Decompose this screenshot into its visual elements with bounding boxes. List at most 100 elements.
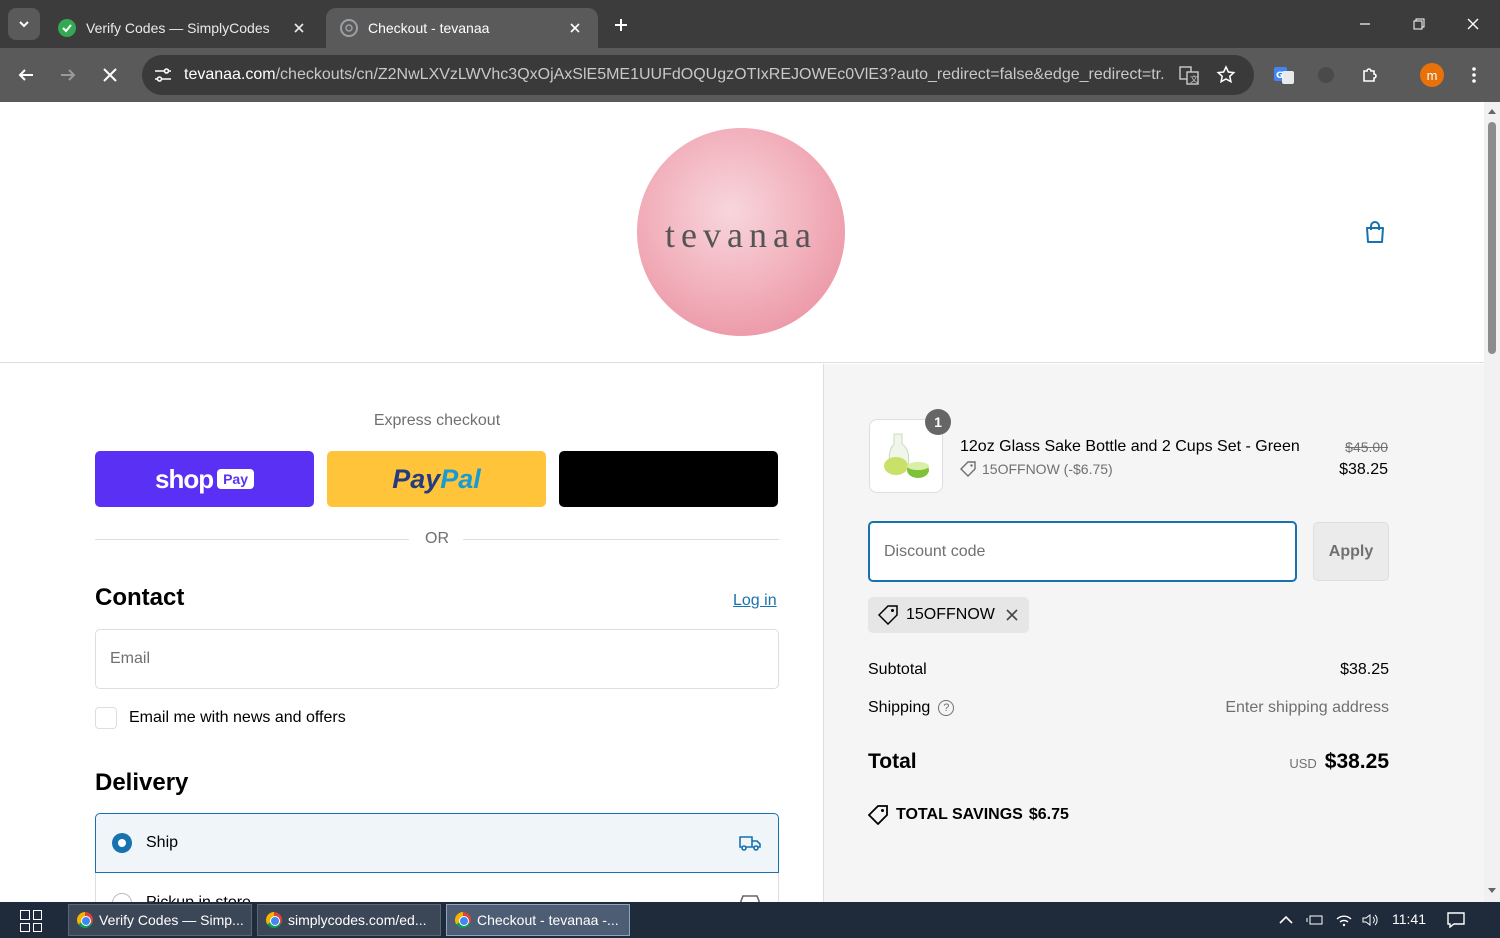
shopping-bag-icon[interactable]: [1362, 219, 1388, 245]
os-taskbar: Verify Codes — Simp... simplycodes.com/e…: [0, 902, 1500, 938]
taskbar-item-simplycodes[interactable]: simplycodes.com/ed...: [257, 904, 441, 936]
remove-code-icon[interactable]: [1005, 608, 1019, 622]
product-name: 12oz Glass Sake Bottle and 2 Cups Set - …: [960, 438, 1300, 455]
forward-button[interactable]: [52, 59, 84, 91]
checkout-form: Express checkout shop Pay PayPal OR Cont…: [0, 364, 823, 902]
google-translate-extension-icon[interactable]: G: [1268, 59, 1300, 91]
plus-icon: [615, 19, 627, 31]
pickup-radio[interactable]: [112, 892, 132, 902]
address-bar[interactable]: tevanaa.com/checkouts/cn/Z2NwLXVzLWVhc3Q…: [142, 55, 1254, 95]
product-discount: 15OFFNOW (-$6.75): [960, 461, 1113, 477]
minimize-button[interactable]: [1338, 0, 1392, 48]
help-circle-icon[interactable]: ?: [938, 700, 955, 716]
email-field[interactable]: [95, 629, 779, 689]
chevron-down-icon: [19, 21, 29, 28]
profile-avatar[interactable]: m: [1420, 63, 1444, 87]
ship-radio[interactable]: [112, 833, 132, 853]
total-savings-row: TOTAL SAVINGS $6.75: [868, 805, 1069, 825]
newsletter-checkbox-row[interactable]: Email me with news and offers: [95, 707, 346, 729]
shop-pay-wordmark: shop: [154, 463, 214, 494]
delivery-heading: Delivery: [95, 769, 189, 796]
delivery-option-pickup[interactable]: Pickup in store: [95, 873, 779, 902]
scroll-up-arrow-icon[interactable]: [1487, 106, 1497, 116]
volume-icon[interactable]: [1360, 910, 1380, 930]
logo-text: tevanaa: [665, 215, 817, 255]
discounted-price: $38.25: [1339, 461, 1388, 478]
delivery-option-ship[interactable]: Ship: [95, 813, 779, 873]
express-checkout-label: Express checkout: [373, 412, 501, 429]
site-settings-icon[interactable]: [150, 62, 176, 88]
or-divider: OR: [95, 530, 779, 550]
new-tab-button[interactable]: [606, 10, 636, 40]
store-header: tevanaa: [0, 102, 1484, 363]
store-logo[interactable]: tevanaa: [637, 128, 845, 336]
stop-loading-button[interactable]: [94, 59, 126, 91]
taskbar-item-label: Checkout - tevanaa -...: [477, 912, 619, 928]
total-value: $38.25: [1324, 750, 1389, 773]
shipping-value: Enter shipping address: [1225, 699, 1389, 716]
ship-label: Ship: [146, 834, 179, 851]
page-scrollbar[interactable]: [1484, 102, 1500, 902]
tab-title: Checkout - tevanaa: [368, 20, 490, 36]
scroll-down-arrow-icon[interactable]: [1487, 886, 1497, 896]
original-price: $45.00: [1345, 439, 1388, 455]
subtotal-row: Subtotal $38.25: [868, 661, 1389, 679]
taskbar-item-label: Verify Codes — Simp...: [99, 912, 244, 928]
chrome-icon: [455, 912, 471, 928]
express-pay-button[interactable]: [559, 451, 778, 507]
tag-icon: [868, 805, 888, 825]
taskbar-item-checkout[interactable]: Checkout - tevanaa -...: [446, 904, 630, 936]
truck-icon: [739, 836, 761, 851]
extension-icon[interactable]: [1310, 59, 1342, 91]
tag-icon: [960, 461, 976, 477]
restore-icon: [1413, 18, 1425, 30]
browser-toolbar: tevanaa.com/checkouts/cn/Z2NwLXVzLWVhc3Q…: [0, 48, 1500, 102]
total-savings-value: $6.75: [1028, 806, 1069, 823]
taskbar-item-verify-codes[interactable]: Verify Codes — Simp...: [68, 904, 252, 936]
taskbar-clock: 11:41: [1392, 911, 1426, 927]
close-icon: [1467, 18, 1479, 30]
discount-code-input[interactable]: [868, 521, 1297, 582]
tag-icon: [878, 605, 898, 625]
wifi-icon[interactable]: [1334, 910, 1354, 930]
chrome-icon: [77, 912, 93, 928]
total-savings-label: TOTAL SAVINGS: [896, 806, 1023, 823]
close-window-button[interactable]: [1446, 0, 1500, 48]
battery-icon[interactable]: [1305, 910, 1325, 930]
newsletter-checkbox[interactable]: [95, 707, 117, 729]
or-text: OR: [425, 530, 449, 547]
loading-favicon-icon: [340, 19, 358, 37]
paypal-wordmark: PayPal: [392, 463, 481, 494]
close-tab-icon[interactable]: [566, 19, 584, 37]
browser-menu-icon[interactable]: [1458, 59, 1490, 91]
star-bookmark-icon[interactable]: [1214, 63, 1238, 87]
tab-search-button[interactable]: [8, 8, 40, 40]
pickup-label: Pickup in store: [146, 893, 251, 903]
restore-button[interactable]: [1392, 0, 1446, 48]
shipping-row: Shipping ? Enter shipping address: [868, 699, 1389, 717]
extensions-puzzle-icon[interactable]: [1354, 59, 1386, 91]
back-button[interactable]: [10, 59, 42, 91]
translate-icon[interactable]: 文: [1177, 63, 1201, 87]
tab-checkout[interactable]: Checkout - tevanaa: [326, 8, 598, 48]
close-tab-icon[interactable]: [290, 19, 308, 37]
apply-discount-button[interactable]: Apply: [1313, 522, 1389, 581]
shipping-label: Shipping: [868, 699, 931, 716]
notifications-icon[interactable]: [1446, 910, 1466, 930]
login-link[interactable]: Log in: [733, 592, 777, 610]
scroll-thumb[interactable]: [1488, 122, 1496, 354]
start-grid-icon[interactable]: [14, 908, 48, 934]
tray-chevron-up-icon[interactable]: [1276, 910, 1296, 930]
applied-code-text: 15OFFNOW: [906, 606, 995, 623]
chrome-icon: [266, 912, 282, 928]
tab-title: Verify Codes — SimplyCodes: [86, 20, 270, 36]
currency-code: USD: [1289, 756, 1317, 771]
product-discount-text: 15OFFNOW (-$6.75): [982, 461, 1113, 477]
minimize-icon: [1360, 23, 1370, 25]
browser-tabstrip: Verify Codes — SimplyCodes Checkout - te…: [0, 0, 1500, 48]
svg-text:G: G: [1276, 71, 1283, 81]
shop-pay-button[interactable]: shop Pay: [95, 451, 314, 507]
tab-verify-codes[interactable]: Verify Codes — SimplyCodes: [44, 8, 322, 48]
paypal-button[interactable]: PayPal: [327, 451, 546, 507]
total-row: Total USD $38.25: [868, 750, 1389, 774]
